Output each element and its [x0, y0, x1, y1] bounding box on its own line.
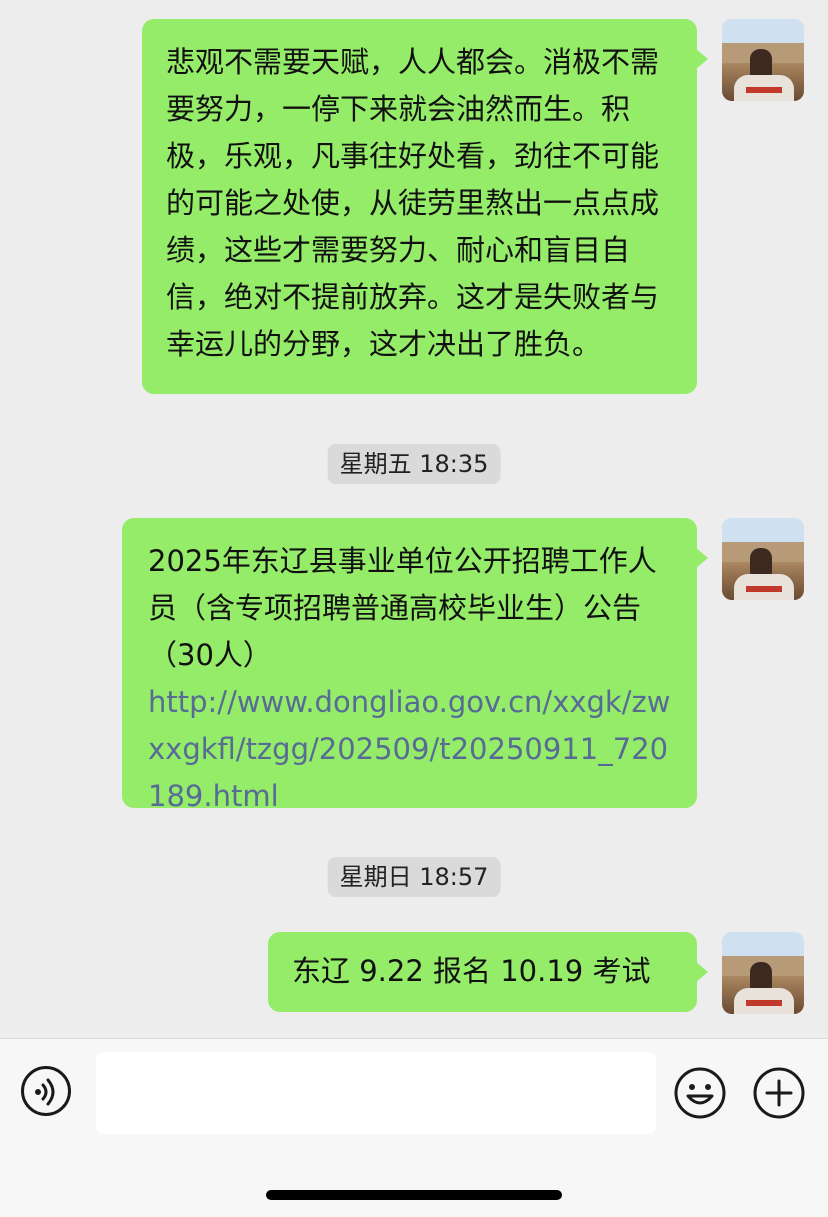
- avatar[interactable]: [722, 518, 804, 600]
- home-indicator: [266, 1190, 562, 1200]
- timestamp: 星期日 18:57: [327, 857, 501, 897]
- emoji-icon[interactable]: [673, 1066, 727, 1120]
- message-text: 2025年东辽县事业单位公开招聘工作人员（含专项招聘普通高校毕业生）公告（30人…: [148, 544, 657, 672]
- message-bubble[interactable]: 悲观不需要天赋，人人都会。消极不需要努力，一停下来就会油然而生。积极，乐观，凡事…: [142, 19, 708, 394]
- plus-icon[interactable]: [752, 1066, 806, 1120]
- message-text: 东辽 9.22 报名 10.19 考试: [292, 954, 651, 988]
- message-bubble-link[interactable]: 2025年东辽县事业单位公开招聘工作人员（含专项招聘普通高校毕业生）公告（30人…: [122, 518, 708, 813]
- avatar[interactable]: [722, 932, 804, 1014]
- voice-icon[interactable]: [21, 1066, 71, 1116]
- message-link[interactable]: http://www.dongliao.gov.cn/xxgk/zwxxgkfl…: [148, 679, 671, 820]
- message-text: 悲观不需要天赋，人人都会。消极不需要努力，一停下来就会油然而生。积极，乐观，凡事…: [166, 45, 660, 361]
- avatar[interactable]: [722, 19, 804, 101]
- message-bubble[interactable]: 东辽 9.22 报名 10.19 考试: [268, 932, 708, 1012]
- timestamp: 星期五 18:35: [327, 444, 501, 484]
- message-input[interactable]: [96, 1052, 656, 1134]
- chat-area: 悲观不需要天赋，人人都会。消极不需要努力，一停下来就会油然而生。积极，乐观，凡事…: [0, 0, 828, 1038]
